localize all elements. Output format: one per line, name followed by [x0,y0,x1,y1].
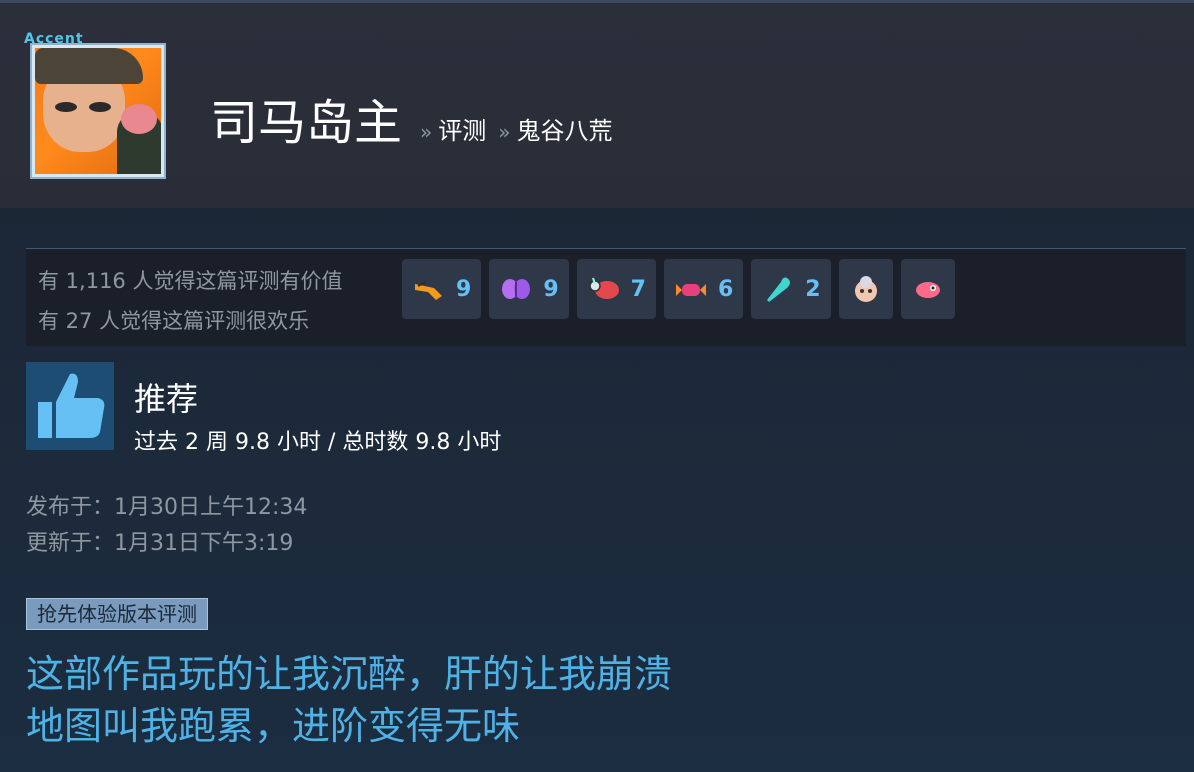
helpful-count: 有 1,116 人觉得这篇评测有价值 [38,269,343,293]
user-name-link[interactable]: 司马岛主 [210,83,402,153]
pink-creature-icon [915,282,940,298]
review-page: Accent 司马岛主 » 评测 » 鬼谷八荒 有 1,116 人觉得这篇评测有… [0,0,1194,772]
grandma-face-icon [854,276,877,302]
award-item[interactable]: 9 [402,259,482,319]
avatar-frame-tag: Accent [24,31,84,47]
review-line: 地图叫我跑累，进阶变得无味 [26,704,521,748]
award-item[interactable]: 2 [751,259,831,319]
funny-count: 有 27 人觉得这篇评测很欢乐 [38,309,310,333]
breadcrumb: 司马岛主 » 评测 » 鬼谷八荒 [210,83,613,153]
early-access-badge: 抢先体验版本评测 [26,598,208,630]
award-item[interactable]: 9 [489,259,569,319]
award-item[interactable] [900,259,955,319]
candy-icon [675,284,706,296]
game-link[interactable]: 鬼谷八荒 [517,111,613,146]
review-line: 这部作品玩的让我沉醉，肝的让我崩溃 [26,652,673,696]
breadcrumb-separator: » [498,120,511,144]
updated-date: 更新于：1月31日下午3:19 [26,531,294,556]
award-item[interactable]: 6 [663,259,744,319]
teal-wand-icon [767,277,791,302]
purple-butterfly-icon [502,279,531,299]
thumbs-up-box [26,362,114,450]
orange-trumpet-icon [415,281,442,300]
award-item[interactable] [838,259,893,319]
posted-date: 发布于：1月30日上午12:34 [26,495,308,520]
recommendation-label: 推荐 [134,380,199,418]
award-item[interactable]: 7 [576,259,656,319]
post-dates: 发布于：1月30日上午12:34 更新于：1月31日下午3:19 [26,490,307,562]
review-body: 这部作品玩的让我沉醉，肝的让我崩溃 地图叫我跑累，进阶变得无味 [26,648,672,752]
breadcrumb-separator: » [420,120,433,144]
thumbs-up-icon [38,373,105,438]
avatar[interactable] [30,43,166,179]
playtime-text: 过去 2 周 9.8 小时 / 总时数 9.8 小时 [134,430,502,455]
awards-list: 9 9 7 6 2 [402,259,955,319]
profile-header: Accent 司马岛主 » 评测 » 鬼谷八荒 [0,0,1194,208]
votes-bar: 有 1,116 人觉得这篇评测有价值 有 27 人觉得这篇评测很欢乐 9 9 7… [26,248,1186,346]
red-fish-icon [588,277,619,299]
reviews-link[interactable]: 评测 [438,111,486,146]
